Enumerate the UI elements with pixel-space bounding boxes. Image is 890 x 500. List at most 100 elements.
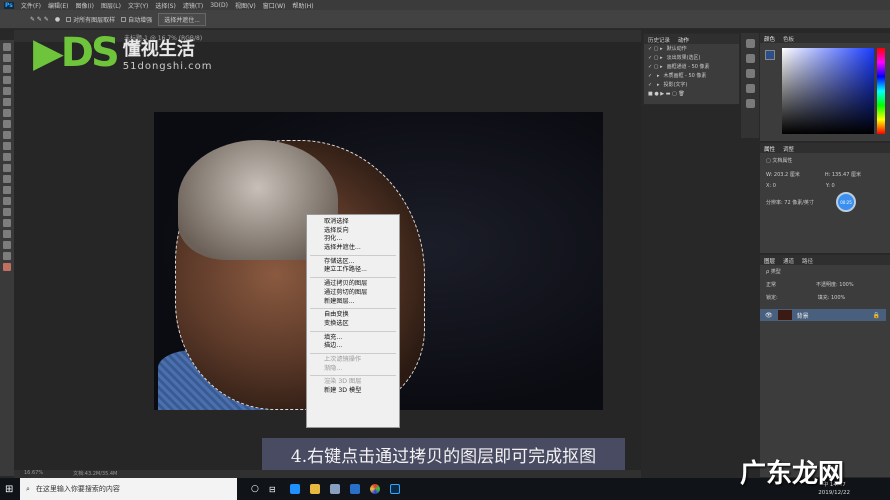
zoom-level[interactable]: 16.67% [24, 470, 43, 478]
menu-help[interactable]: 帮助(H) [292, 1, 313, 10]
zoom-tool-icon[interactable] [3, 252, 11, 260]
stamp-tool-icon[interactable] [3, 131, 11, 139]
tab-actions[interactable]: 动作 [678, 36, 689, 44]
select-and-mask-button[interactable]: 选择并遮住... [158, 12, 206, 26]
healing-tool-icon[interactable] [3, 109, 11, 117]
lock-controls[interactable]: 锁定: [766, 294, 778, 301]
app-icon[interactable] [329, 484, 340, 494]
context-menu-item[interactable]: 羽化... [307, 235, 399, 244]
context-menu-item[interactable]: 描边... [307, 342, 399, 351]
foreground-color-swatch[interactable] [3, 263, 11, 271]
menu-view[interactable]: 视图(V) [235, 1, 256, 10]
crop-tool-icon[interactable] [3, 87, 11, 95]
action-row[interactable]: ✓ ▢ ▸ 淡出效果(选区) [644, 53, 739, 62]
menu-3d[interactable]: 3D(D) [210, 2, 228, 9]
context-menu-item[interactable]: 通过拷贝的图层 [307, 280, 399, 289]
context-menu-item[interactable]: 取消选择 [307, 218, 399, 227]
photoshop-taskbar-icon[interactable] [389, 484, 400, 494]
color-picker-field[interactable] [782, 48, 874, 134]
menu-layer[interactable]: 图层(L) [101, 1, 121, 10]
play-icon[interactable] [745, 54, 755, 63]
menu-window[interactable]: 窗口(W) [263, 1, 286, 10]
layer-filter[interactable]: ρ 类型 [760, 265, 890, 278]
dodge-tool-icon[interactable] [3, 186, 11, 194]
context-menu-item[interactable]: 新建 3D 模型 [307, 387, 399, 396]
layer-row-background[interactable]: 👁 背景 🔒 [760, 309, 886, 321]
opacity-field[interactable]: 不透明度: 100% [816, 281, 854, 288]
lasso-tool-icon[interactable] [3, 65, 11, 73]
context-menu-item[interactable]: 变换选区 [307, 320, 399, 329]
height-value[interactable]: H: 135.47 厘米 [825, 171, 861, 178]
tab-adjustments[interactable]: 调整 [783, 145, 794, 153]
app-icon-2[interactable] [349, 484, 360, 494]
history-icon[interactable] [745, 39, 755, 48]
history-brush-tool-icon[interactable] [3, 142, 11, 150]
menu-filter[interactable]: 滤镜(T) [183, 1, 203, 10]
tab-channels[interactable]: 通道 [783, 257, 794, 265]
tab-swatches[interactable]: 色板 [783, 35, 794, 43]
brush-size-icon[interactable]: ● [55, 16, 60, 23]
context-menu-item[interactable]: 新建图层... [307, 298, 399, 307]
context-menu-item[interactable]: 选择并遮住... [307, 244, 399, 253]
brush-icon[interactable]: ✎ ✎ ✎ [30, 16, 49, 23]
brush-tool-icon[interactable] [3, 120, 11, 128]
context-menu-item[interactable]: 建立工作路径... [307, 266, 399, 275]
windows-start-icon[interactable]: ⊞ [5, 484, 13, 495]
action-row[interactable]: ✓ ▢ ▸ 默认动作 [644, 44, 739, 53]
shape-tool-icon[interactable] [3, 230, 11, 238]
x-value[interactable]: X: 0 [766, 183, 776, 189]
tab-history[interactable]: 历史记录 [648, 36, 670, 44]
logo-mark: ▶DS [33, 30, 120, 76]
action-row[interactable]: ✓ ▸ 木质画框 - 50 像素 [644, 71, 739, 80]
sample-all-layers-checkbox[interactable]: 对所有图层取样 [66, 15, 115, 24]
blend-mode-select[interactable]: 正常 [766, 281, 776, 288]
auto-enhance-checkbox[interactable]: 自动增强 [121, 15, 152, 24]
tab-layers[interactable]: 图层 [764, 257, 775, 265]
foreground-swatch[interactable] [765, 50, 775, 60]
tab-color[interactable]: 颜色 [764, 35, 775, 43]
libraries-icon[interactable] [745, 99, 755, 108]
info-icon[interactable] [745, 69, 755, 78]
marquee-tool-icon[interactable] [3, 54, 11, 62]
y-value[interactable]: Y: 0 [826, 183, 835, 189]
tab-properties[interactable]: 属性 [764, 145, 775, 153]
photos-icon[interactable] [369, 484, 380, 494]
task-view-icon[interactable]: ⊟ [269, 485, 276, 494]
type-tool-icon[interactable] [3, 208, 11, 216]
menu-file[interactable]: 文件(F) [21, 1, 41, 10]
taskbar-search[interactable]: ⌕ 在这里输入你要搜索的内容 [20, 478, 237, 500]
width-value[interactable]: W: 203.2 厘米 [766, 171, 800, 178]
quick-select-tool-icon[interactable] [3, 76, 11, 84]
eyedropper-tool-icon[interactable] [3, 98, 11, 106]
action-row[interactable]: ✓ ▸ 投影(文字) [644, 80, 739, 89]
path-select-tool-icon[interactable] [3, 219, 11, 227]
brush-settings-icon[interactable] [745, 84, 755, 93]
fill-field[interactable]: 填充: 100% [818, 294, 846, 301]
menu-image[interactable]: 图像(I) [76, 1, 94, 10]
file-explorer-icon[interactable] [309, 484, 320, 494]
tab-paths[interactable]: 路径 [802, 257, 813, 265]
hand-tool-icon[interactable] [3, 241, 11, 249]
action-label: 画框通道 - 50 像素 [666, 64, 710, 70]
move-tool-icon[interactable] [3, 43, 11, 51]
eraser-tool-icon[interactable] [3, 153, 11, 161]
menu-select[interactable]: 选择(S) [155, 1, 176, 10]
lock-icon[interactable]: 🔒 [873, 312, 880, 319]
menu-type[interactable]: 文字(Y) [128, 1, 148, 10]
actions-controls[interactable]: ■ ● ▶ ▬ ▢ 🗑 [644, 89, 739, 98]
eye-icon[interactable]: 👁 [765, 312, 773, 319]
context-menu-item[interactable]: 通过剪切的图层 [307, 289, 399, 298]
pen-tool-icon[interactable] [3, 197, 11, 205]
panel-icon-column [741, 33, 759, 138]
context-menu-item[interactable]: 选择反向 [307, 227, 399, 236]
action-row[interactable]: ✓ ▢ ▸ 画框通道 - 50 像素 [644, 62, 739, 71]
context-menu-item[interactable]: 自由变换 [307, 311, 399, 320]
hue-slider[interactable] [877, 48, 885, 134]
blur-tool-icon[interactable] [3, 175, 11, 183]
context-menu-item[interactable]: 填充... [307, 334, 399, 343]
cortana-icon[interactable]: ○ [251, 484, 259, 494]
menu-edit[interactable]: 编辑(E) [48, 1, 68, 10]
gradient-tool-icon[interactable] [3, 164, 11, 172]
clock-date: 2019/12/22 [818, 490, 850, 496]
edge-icon[interactable] [289, 484, 300, 494]
